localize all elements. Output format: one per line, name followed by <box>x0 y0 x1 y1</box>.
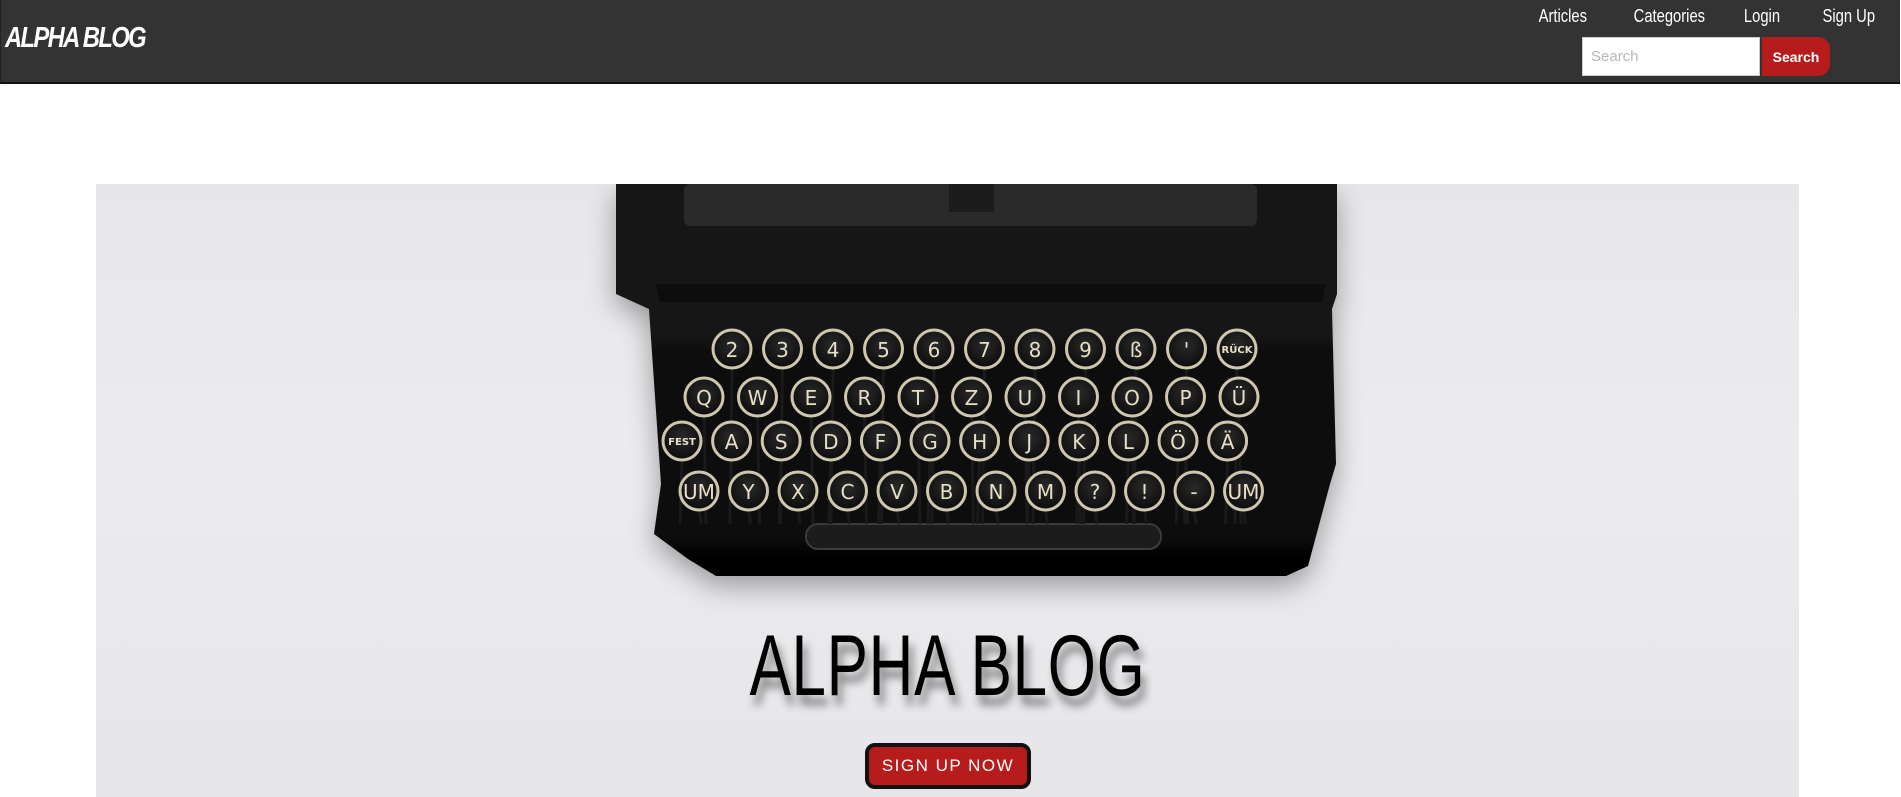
typewriter-key-label: - <box>1190 480 1197 504</box>
typewriter-key-label: I <box>1076 386 1082 410</box>
typewriter-key-label: P <box>1179 386 1191 410</box>
typewriter-key-label: S <box>775 430 788 454</box>
typewriter-key-label: N <box>989 480 1004 504</box>
typewriter-key-label: V <box>890 480 904 504</box>
nav-link-articles[interactable]: Articles <box>1538 6 1586 27</box>
typewriter-key-label: Z <box>965 386 979 410</box>
typewriter-key-label: Y <box>741 480 755 504</box>
search-form: Search <box>1582 37 1830 76</box>
signup-now-button[interactable]: SIGN UP NOW <box>865 743 1031 789</box>
typewriter-key-label: Ö <box>1170 430 1186 454</box>
typewriter-key-label: C <box>841 480 855 504</box>
typewriter-key-label: T <box>911 386 925 410</box>
nav-link-signup[interactable]: Sign Up <box>1822 6 1875 27</box>
search-button[interactable]: Search <box>1762 37 1830 76</box>
typewriter-key-label: D <box>823 430 838 454</box>
hero-title: ALPHA BLOG <box>749 618 1146 714</box>
typewriter-key-label: UM <box>1228 480 1260 504</box>
typewriter-key-label: Ä <box>1221 430 1235 454</box>
typewriter-key-label: 5 <box>877 338 890 362</box>
typewriter-key-label: W <box>748 386 768 410</box>
typewriter-key-label: ' <box>1184 338 1190 362</box>
typewriter-key-label: Ü <box>1232 386 1247 410</box>
typewriter-key-label: M <box>1037 480 1054 504</box>
hero-banner: 2 3 4 5 6 7 8 9 ß ' RÜCK Q W E R T Z U I O P Ü FEST A S D F G H J K L Ö Ä… <box>96 184 1799 797</box>
typewriter-key-label: J <box>1024 430 1032 454</box>
typewriter-key-label: X <box>791 480 805 504</box>
typewriter-key-label: ? <box>1090 480 1101 504</box>
typewriter-key-label: E <box>805 386 818 410</box>
typewriter-key-label: B <box>940 480 954 504</box>
nav-link-categories[interactable]: Categories <box>1634 6 1705 27</box>
typewriter-key-label: ! <box>1140 480 1148 504</box>
typewriter-key-label: Q <box>696 386 712 410</box>
typewriter-key-label: F <box>875 430 887 454</box>
brand-logo[interactable]: ALPHA BLOG <box>5 22 147 55</box>
typewriter-key-label: A <box>725 430 739 454</box>
typewriter-key-label: 4 <box>827 338 840 362</box>
nav-links: Articles Categories Login Sign Up <box>1497 6 1875 27</box>
typewriter-key-label: 8 <box>1029 338 1042 362</box>
navbar: ALPHA BLOG Articles Categories Login Sig… <box>0 0 1900 84</box>
typewriter-key-label: RÜCK <box>1222 342 1254 356</box>
typewriter-key-label: UM <box>683 480 715 504</box>
typewriter-key-label: R <box>858 386 872 410</box>
search-input[interactable] <box>1582 37 1760 76</box>
typewriter-key-label: H <box>972 430 987 454</box>
typewriter-key-label: ß <box>1130 338 1143 362</box>
typewriter-key-stem <box>809 414 815 525</box>
typewriter-key-label: O <box>1124 386 1140 410</box>
typewriter-key-label: FEST <box>668 437 696 448</box>
typewriter-key-label: K <box>1072 430 1086 454</box>
typewriter-key-label: 9 <box>1079 338 1092 362</box>
typewriter-key-label: 3 <box>776 338 789 362</box>
typewriter-key-label: G <box>922 430 938 454</box>
typewriter-key-label: 7 <box>978 338 991 362</box>
typewriter-key-label: 2 <box>726 338 739 362</box>
typewriter-key-label: U <box>1018 386 1033 410</box>
typewriter-key-label: 6 <box>928 338 941 362</box>
nav-link-login[interactable]: Login <box>1744 6 1780 27</box>
typewriter-key-label: L <box>1123 430 1135 454</box>
